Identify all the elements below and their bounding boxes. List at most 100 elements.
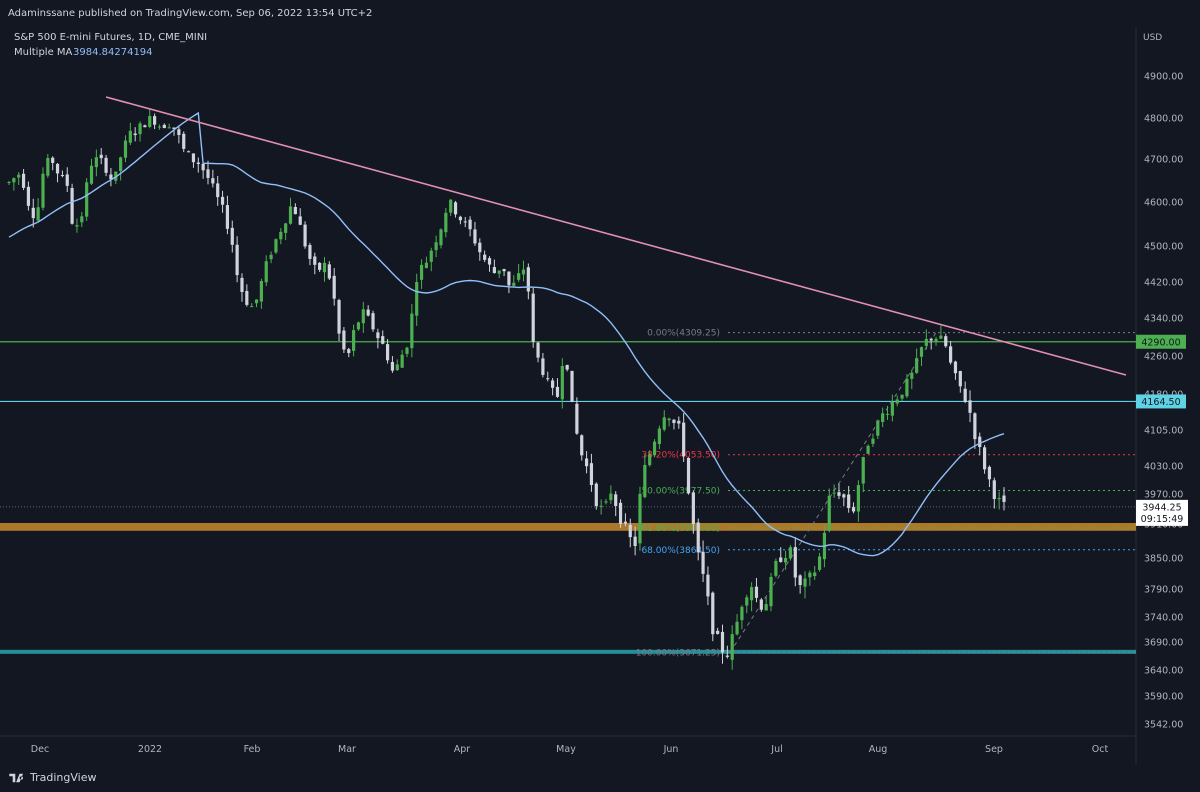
candle-body: [982, 447, 987, 470]
candle-body: [313, 256, 317, 265]
candle-body: [70, 188, 74, 224]
price-tick-label: 4800.00: [1144, 114, 1183, 125]
candle-body: [405, 347, 409, 354]
time-tick-label: 2022: [138, 744, 162, 755]
candle-body: [75, 225, 79, 227]
candle-body: [259, 281, 263, 302]
candle-body: [628, 524, 632, 538]
candle-body: [682, 422, 686, 457]
candle-body: [565, 364, 569, 370]
candle-body: [958, 371, 962, 387]
candle-body: [342, 330, 346, 350]
candle-body: [575, 403, 579, 434]
candle-body: [429, 250, 433, 262]
time-tick-label: Jul: [770, 744, 782, 755]
candle-body: [337, 300, 341, 334]
candle-body: [745, 597, 749, 606]
candle-body: [468, 219, 472, 230]
candle-body: [308, 245, 312, 259]
candle-body: [934, 338, 938, 343]
candle-body: [361, 309, 365, 324]
candle-body: [385, 344, 390, 361]
candle-body: [953, 361, 958, 374]
tradingview-icon: [9, 773, 24, 782]
candle-body: [808, 572, 812, 578]
price-tick-label: 3690.00: [1144, 638, 1183, 649]
candle-body: [905, 378, 909, 397]
candle-body: [381, 336, 385, 344]
candle-body: [599, 505, 603, 507]
support-zone-1: [0, 649, 1136, 654]
candle-body: [395, 364, 399, 371]
candle-body: [153, 116, 157, 125]
candle-body: [55, 163, 60, 174]
time-tick-label: Sep: [985, 744, 1003, 755]
candle-body: [284, 223, 288, 233]
candle-body: [580, 435, 584, 456]
candle-body: [517, 273, 521, 280]
candle-body: [735, 621, 739, 635]
candle-body: [837, 492, 841, 496]
candle-body: [662, 417, 666, 430]
candle-body: [327, 264, 331, 279]
candle-body: [196, 162, 200, 165]
candle-body: [230, 227, 234, 245]
candle-body: [963, 388, 967, 402]
candle-body: [672, 419, 676, 424]
candle-body: [813, 572, 817, 577]
candle-body: [866, 445, 870, 454]
candle-body: [740, 606, 744, 621]
candle-body: [788, 547, 793, 559]
candle-body: [162, 124, 166, 129]
fib-label-0: 0.00%(4309.25): [647, 329, 720, 339]
candle-body: [754, 586, 759, 598]
candle-body: [638, 493, 642, 544]
candle-body: [949, 346, 953, 363]
candle-body: [944, 336, 948, 347]
price-chart[interactable]: 0.00%(4309.25)38.20%(4053.50)50.00%(3977…: [0, 28, 1200, 764]
candle-body: [157, 126, 162, 128]
candle-body: [85, 182, 89, 217]
chart-area[interactable]: 0.00%(4309.25) 38.20%(4053.50) 50.00%(3977…: [0, 28, 1200, 764]
candle-body: [167, 127, 171, 129]
bar-countdown-label: 09:15:49: [1141, 514, 1184, 525]
candle-body: [978, 436, 982, 448]
candle-body: [827, 495, 831, 531]
candle-body: [177, 129, 181, 136]
price-tick-label: 4500.00: [1144, 242, 1183, 253]
candle-body: [817, 556, 822, 570]
candle-body: [250, 306, 254, 308]
candle-body: [851, 507, 856, 512]
candle-body: [939, 335, 943, 339]
brand-name: TradingView: [30, 771, 97, 784]
indicator-label: Multiple MA: [14, 47, 73, 58]
candle-body: [303, 224, 307, 247]
candle-body: [26, 186, 31, 206]
price-tick-label: 4105.00: [1144, 426, 1183, 437]
candle-body: [376, 332, 380, 339]
candle-body: [594, 483, 598, 507]
candle-body: [657, 428, 661, 445]
candle-body: [123, 140, 128, 158]
candle-body: [138, 123, 142, 135]
candle-body: [769, 576, 773, 607]
candle-body: [240, 277, 244, 293]
candle-body: [847, 494, 851, 509]
candle-body: [507, 271, 511, 286]
time-tick-label: May: [556, 744, 576, 755]
candle-body: [541, 358, 545, 375]
candle-body: [245, 291, 249, 305]
level-price-label-1: 4164.50: [1141, 397, 1180, 408]
candle-body: [235, 244, 239, 276]
candle-body: [691, 492, 695, 524]
candle-body: [706, 574, 710, 597]
candle-body: [94, 157, 98, 168]
candle-body: [182, 133, 186, 149]
candle-body: [725, 655, 729, 657]
symbol-title: S&P 500 E-mini Futures, 1D, CME_MINI: [14, 32, 207, 43]
price-tick-label: 3640.00: [1144, 666, 1183, 677]
price-tick-label: 4340.00: [1144, 314, 1183, 325]
candle-body: [410, 313, 414, 349]
candle-body: [910, 372, 914, 379]
time-tick-label: Jun: [663, 744, 679, 755]
